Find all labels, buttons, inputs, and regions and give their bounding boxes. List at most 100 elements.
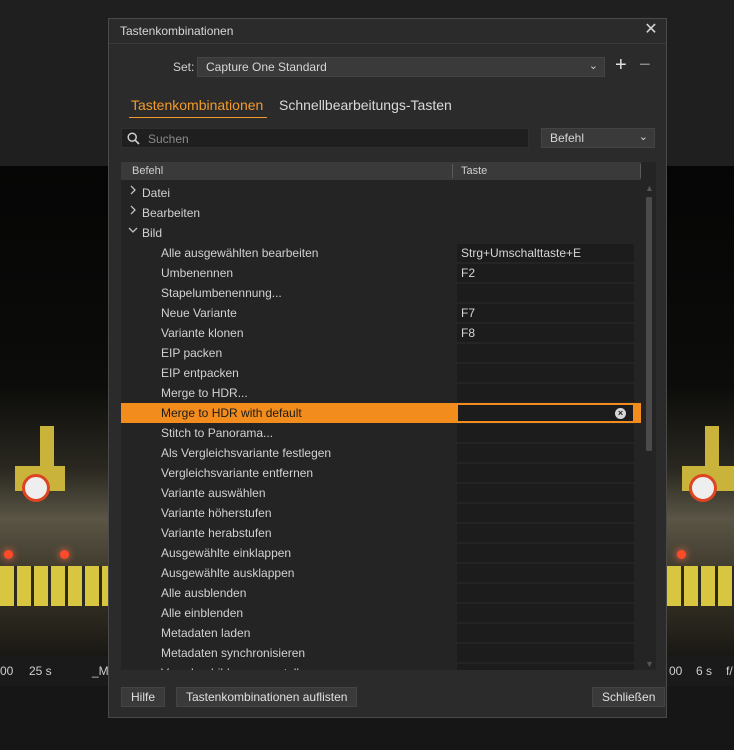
shortcut-key-field[interactable] <box>457 664 634 670</box>
command-row[interactable]: Als Vergleichsvariante festlegen <box>121 443 641 463</box>
search-box <box>121 128 529 148</box>
command-label: Als Vergleichsvariante festlegen <box>161 446 332 460</box>
command-row[interactable]: Variante herabstufen <box>121 523 641 543</box>
warning-lamp <box>677 550 686 559</box>
shortcut-key-field[interactable] <box>457 464 634 482</box>
command-row[interactable]: Alle ausgewählten bearbeiten Strg+Umschal… <box>121 243 641 263</box>
chevron-down-icon: ⌄ <box>588 60 598 72</box>
set-select[interactable]: Capture One Standard ⌄ <box>197 57 605 77</box>
command-label: Ausgewählte ausklappen <box>161 566 295 580</box>
command-label: Bearbeiten <box>142 206 201 220</box>
shortcut-key-field[interactable]: × <box>457 404 634 422</box>
category-row[interactable]: Datei <box>121 183 641 203</box>
command-row[interactable]: Alle ausblenden <box>121 583 641 603</box>
category-row[interactable]: Bild <box>121 223 641 243</box>
scroll-down-icon[interactable]: ▼ <box>645 659 654 669</box>
command-label: Variante höherstufen <box>161 506 272 520</box>
command-row[interactable]: Variante klonen F8 <box>121 323 641 343</box>
shortcut-key-field[interactable]: F7 <box>457 304 634 322</box>
chevron-right-icon[interactable] <box>128 185 138 198</box>
remove-set-button[interactable]: − <box>639 54 651 77</box>
command-row[interactable]: Stapelumbenennung... <box>121 283 641 303</box>
command-label: Metadaten laden <box>161 626 251 640</box>
command-row[interactable]: Ausgewählte ausklappen <box>121 563 641 583</box>
command-label: Vorschaubilder neu erstellen <box>161 666 312 670</box>
category-row[interactable]: Bearbeiten <box>121 203 641 223</box>
command-row[interactable]: Variante höherstufen <box>121 503 641 523</box>
command-label: Stitch to Panorama... <box>161 426 274 440</box>
shortcut-key-field[interactable] <box>457 504 634 522</box>
command-label: Bild <box>142 226 163 240</box>
chevron-right-icon[interactable] <box>128 205 138 218</box>
chevron-down-icon[interactable] <box>128 225 138 238</box>
shortcut-key-field[interactable] <box>457 584 634 602</box>
column-divider[interactable] <box>452 164 453 178</box>
shortcut-key-field[interactable] <box>457 604 634 622</box>
scroll-up-icon[interactable]: ▲ <box>645 183 654 193</box>
shortcut-key-field[interactable] <box>457 524 634 542</box>
command-row[interactable]: Vorschaubilder neu erstellen <box>121 663 641 670</box>
warning-lamp <box>4 550 13 559</box>
command-label: EIP packen <box>161 346 223 360</box>
shortcut-key-field[interactable] <box>457 564 634 582</box>
shortcut-key-field[interactable]: Strg+Umschalttaste+E <box>457 244 634 262</box>
close-button[interactable]: Schließen <box>592 687 666 707</box>
command-row[interactable]: EIP packen <box>121 343 641 363</box>
command-row[interactable]: Neue Variante F7 <box>121 303 641 323</box>
shortcut-key-value: Strg+Umschalttaste+E <box>461 246 582 260</box>
command-row[interactable]: Metadaten laden <box>121 623 641 643</box>
command-label: Umbenennen <box>161 266 234 280</box>
command-label: Datei <box>142 186 171 200</box>
chevron-down-icon: ⌄ <box>638 131 648 143</box>
shortcut-key-field[interactable] <box>457 644 634 662</box>
table-header: Befehl Taste <box>121 162 641 180</box>
shortcut-key-field[interactable]: F2 <box>457 264 634 282</box>
help-button[interactable]: Hilfe <box>121 687 166 707</box>
column-divider[interactable] <box>640 164 641 178</box>
command-row[interactable]: Stitch to Panorama... <box>121 423 641 443</box>
active-tab-indicator <box>129 117 267 118</box>
shortcut-key-field[interactable] <box>457 624 634 642</box>
column-header-key[interactable]: Taste <box>461 165 487 177</box>
scrollbar-thumb[interactable] <box>646 197 652 451</box>
shortcut-key-field[interactable] <box>457 424 634 442</box>
command-row[interactable]: Umbenennen F2 <box>121 263 641 283</box>
shortcut-key-field[interactable] <box>457 444 634 462</box>
vertical-scrollbar[interactable]: ▲ ▼ <box>644 183 654 669</box>
shortcut-key-field[interactable] <box>457 364 634 382</box>
filter-value: Befehl <box>550 131 585 145</box>
dialog-titlebar: Tastenkombinationen ✕ <box>109 19 666 44</box>
search-input[interactable] <box>146 130 520 148</box>
dialog-title: Tastenkombinationen <box>120 24 234 38</box>
command-row[interactable]: Vergleichsvariante entfernen <box>121 463 641 483</box>
tab-shortcuts[interactable]: Tastenkombinationen <box>131 97 263 113</box>
shortcut-key-field[interactable] <box>457 384 634 402</box>
tab-quick-keys[interactable]: Schnellbearbeitungs-Tasten <box>279 97 452 113</box>
command-label: Stapelumbenennung... <box>161 286 282 300</box>
barrier <box>0 566 110 606</box>
shortcut-key-field[interactable] <box>457 344 634 362</box>
command-row[interactable]: Merge to HDR with default × <box>121 403 641 423</box>
filter-select[interactable]: Befehl ⌄ <box>541 128 655 148</box>
shortcut-key-field[interactable] <box>457 484 634 502</box>
background-photo-right <box>667 166 734 656</box>
status-value: 00 <box>669 664 683 678</box>
command-label: Alle einblenden <box>161 606 244 620</box>
command-row[interactable]: EIP entpacken <box>121 363 641 383</box>
command-row[interactable]: Metadaten synchronisieren <box>121 643 641 663</box>
close-icon[interactable]: ✕ <box>642 21 660 39</box>
command-row[interactable]: Merge to HDR... <box>121 383 641 403</box>
list-shortcuts-button[interactable]: Tastenkombinationen auflisten <box>176 687 358 707</box>
shortcut-key-field[interactable] <box>457 544 634 562</box>
table-body: Datei Bearbeiten Bild Alle ausgewählten bea… <box>121 183 641 670</box>
clear-circle-icon[interactable]: × <box>615 408 626 419</box>
command-row[interactable]: Alle einblenden <box>121 603 641 623</box>
shortcut-key-field[interactable]: F8 <box>457 324 634 342</box>
shortcut-key-field[interactable] <box>457 284 634 302</box>
road-sign <box>22 474 50 502</box>
column-header-command[interactable]: Befehl <box>132 165 163 177</box>
add-set-button[interactable]: + <box>615 54 627 77</box>
command-row[interactable]: Ausgewählte einklappen <box>121 543 641 563</box>
barrier <box>667 566 734 606</box>
command-row[interactable]: Variante auswählen <box>121 483 641 503</box>
